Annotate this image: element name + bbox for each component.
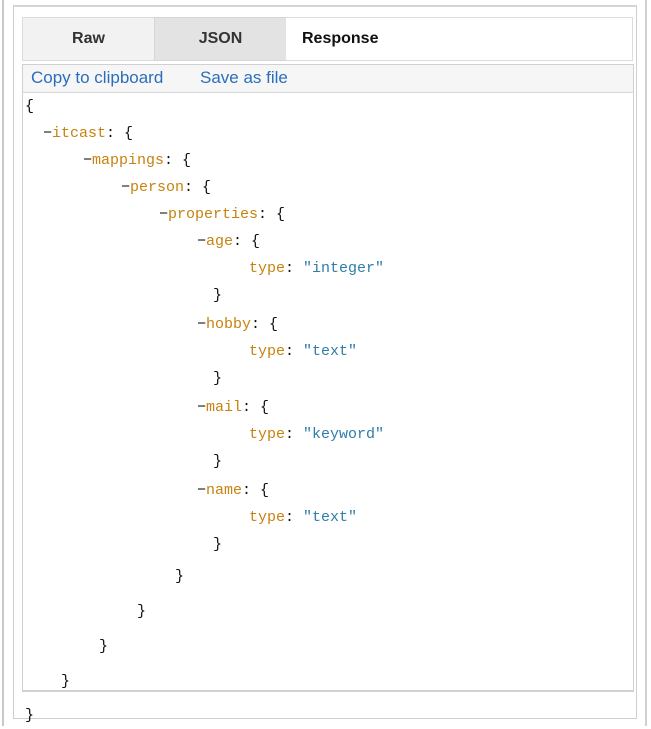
key-properties: properties [168,206,259,223]
brace: } [213,536,223,553]
node-mappings: −mappings: { [83,152,192,169]
field-mail-type: type: "keyword" [249,426,385,443]
collapse-toggle-icon[interactable]: − [197,233,206,250]
tab-response[interactable]: Response [286,17,633,61]
tab-raw[interactable]: Raw [22,17,155,61]
key-type: type [249,343,286,360]
root-open-brace: { [25,94,34,120]
collapse-toggle-icon[interactable]: − [197,399,206,416]
node-itcast: −itcast: { [43,125,134,142]
brace: { [260,482,270,499]
value-type: "text" [303,509,358,526]
node-properties: −properties: { [159,206,286,223]
key-mail: mail [206,399,243,416]
node-name: −name: { [197,482,270,499]
brace: } [175,568,185,585]
brace: { [182,152,192,169]
brace: { [124,125,134,142]
brace: } [213,287,223,304]
root-close-brace: } [25,703,34,729]
brace: } [25,707,35,724]
save-as-file-link[interactable]: Save as file [200,68,288,88]
node-hobby: −hobby: { [197,316,279,333]
brace: } [61,673,71,690]
collapse-toggle-icon[interactable]: − [83,152,92,169]
value-type: "keyword" [303,426,385,443]
node-age: −age: { [197,233,261,250]
mappings-close-brace: } [99,634,108,660]
name-close-brace: } [213,532,222,558]
window-border-right [645,0,647,726]
key-name: name [206,482,243,499]
brace: { [260,399,270,416]
brace: } [137,603,147,620]
value-type: "integer" [303,260,385,277]
copy-to-clipboard-link[interactable]: Copy to clipboard [31,68,163,88]
key-person: person [130,179,185,196]
person-close-brace: } [137,599,146,625]
key-type: type [249,426,286,443]
node-person: −person: { [121,179,212,196]
brace: { [202,179,212,196]
itcast-close-brace: } [61,669,70,695]
key-mappings: mappings [92,152,165,169]
collapse-toggle-icon[interactable]: − [121,179,130,196]
key-hobby: hobby [206,316,252,333]
brace: } [99,638,109,655]
json-toolbar: Copy to clipboard Save as file [22,64,634,93]
field-hobby-type: type: "text" [249,343,358,360]
collapse-toggle-icon[interactable]: − [159,206,168,223]
hobby-close-brace: } [213,366,222,392]
collapse-toggle-icon[interactable]: − [43,125,52,142]
key-type: type [249,260,286,277]
field-age-type: type: "integer" [249,260,385,277]
brace: } [213,453,223,470]
window-border-left [2,0,4,726]
key-type: type [249,509,286,526]
json-viewer: { −itcast: { −mappings: { −person: { −pr… [22,93,634,724]
tab-json[interactable]: JSON [154,17,287,61]
properties-close-brace: } [175,564,184,590]
collapse-toggle-icon[interactable]: − [197,482,206,499]
node-mail: −mail: { [197,399,270,416]
key-age: age [206,233,234,250]
brace: { [25,98,35,115]
brace: { [276,206,286,223]
brace: } [213,370,223,387]
brace: { [251,233,261,250]
brace: { [269,316,279,333]
value-type: "text" [303,343,358,360]
key-itcast: itcast [52,125,107,142]
field-name-type: type: "text" [249,509,358,526]
collapse-toggle-icon[interactable]: − [197,316,206,333]
mail-close-brace: } [213,449,222,475]
age-close-brace: } [213,283,222,309]
viewer-tabs: Raw JSON Response [22,17,634,61]
